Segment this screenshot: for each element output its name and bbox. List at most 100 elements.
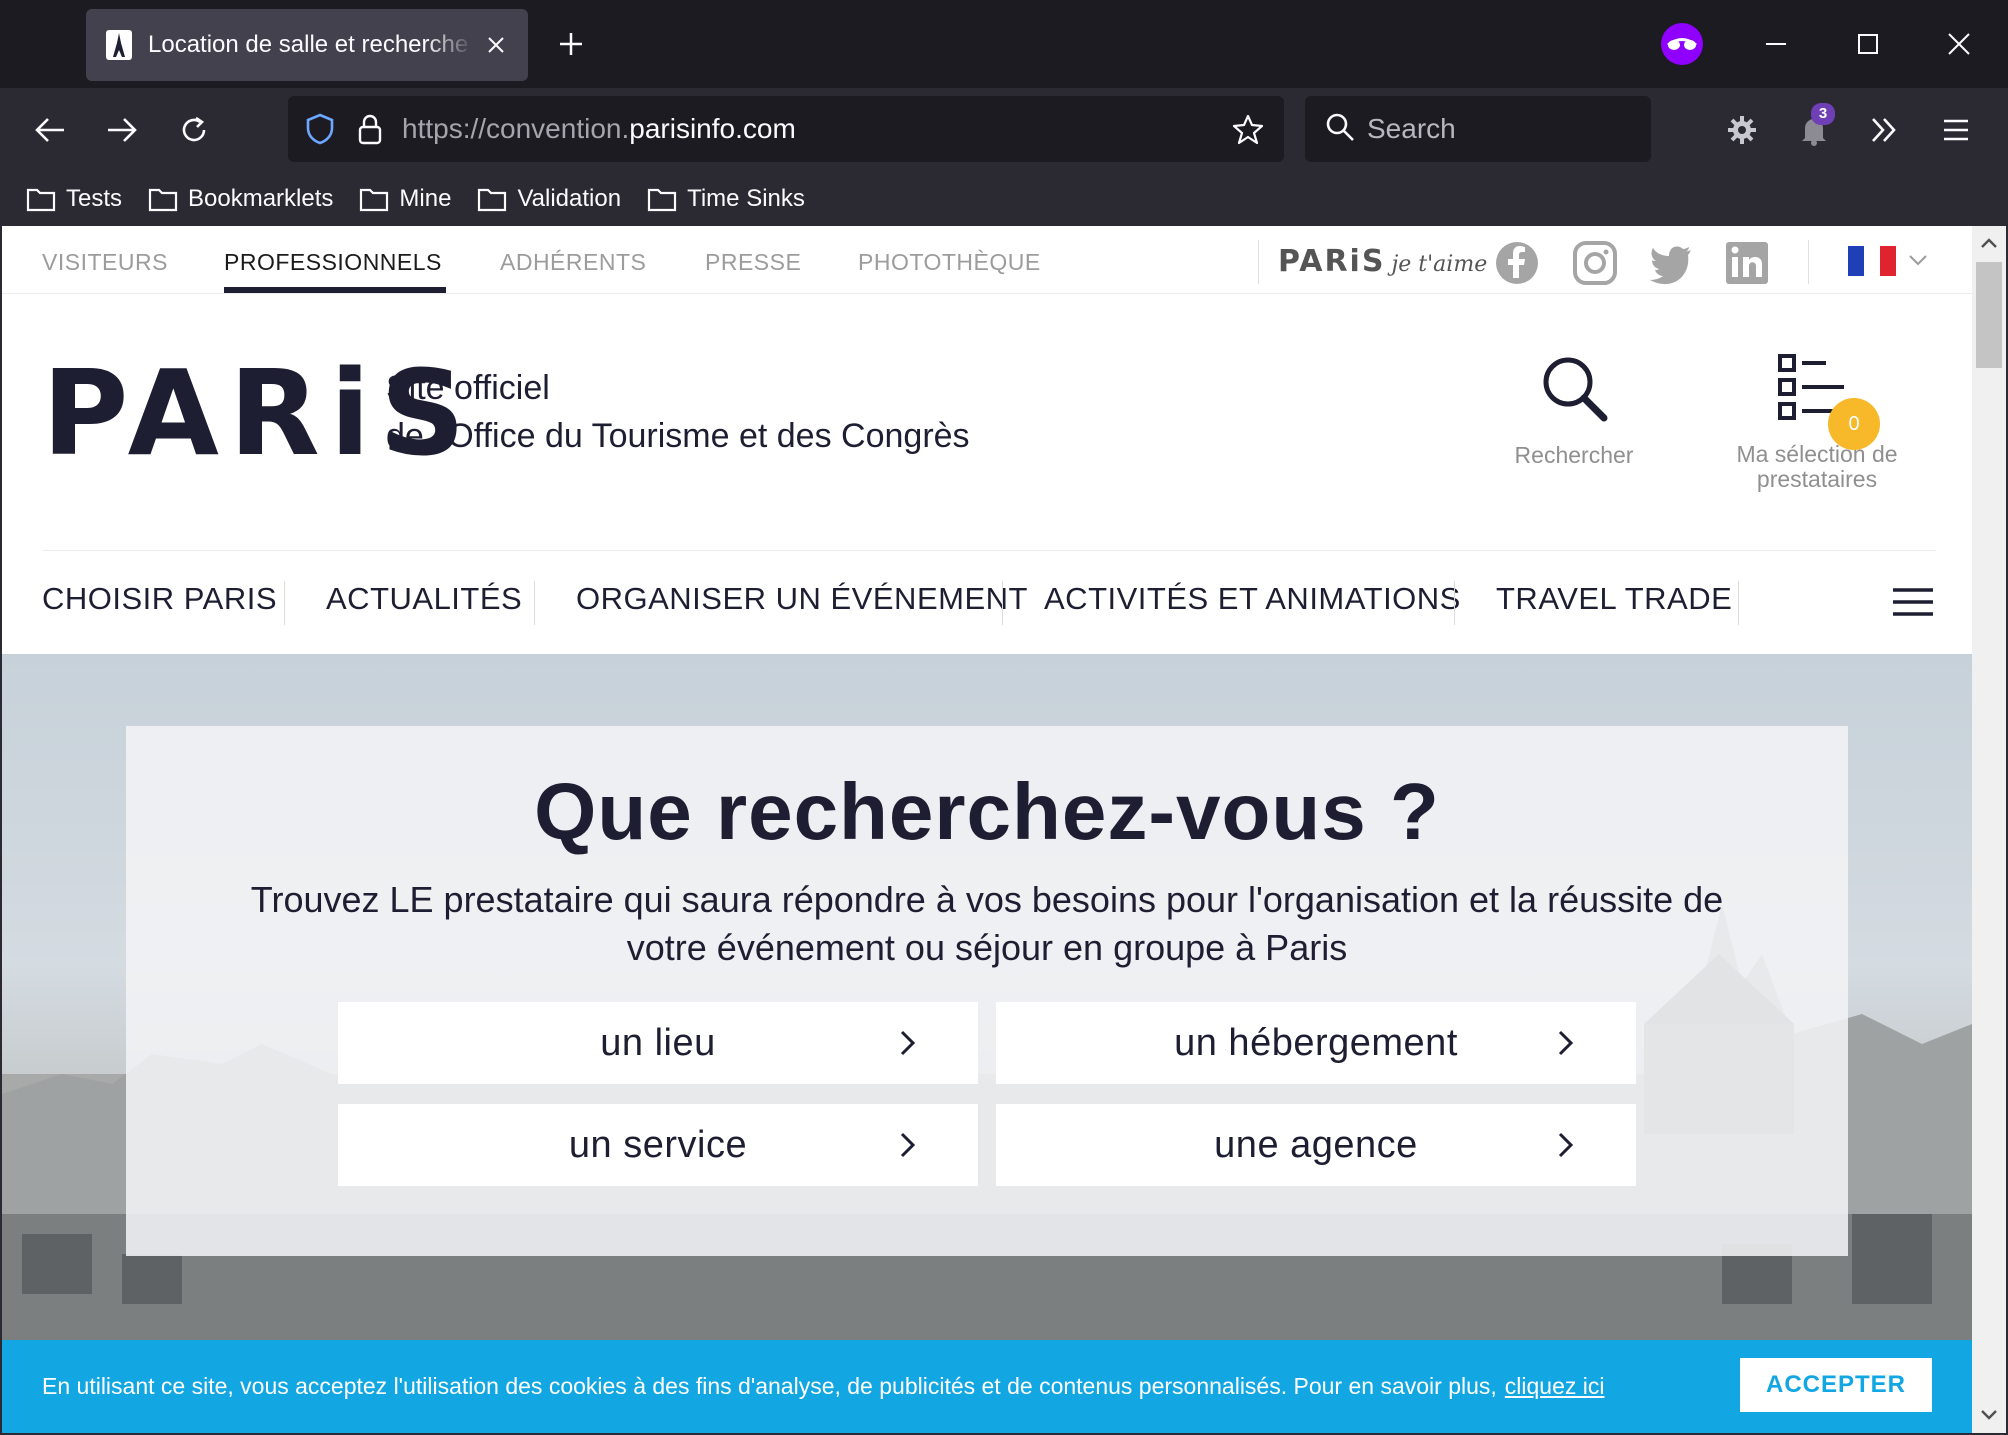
divider (1258, 240, 1259, 284)
scrollbar-thumb[interactable] (1976, 262, 2002, 368)
maximize-window-icon[interactable] (1844, 22, 1892, 66)
divider (1454, 581, 1455, 625)
menu-hamburger-icon[interactable] (1934, 108, 1978, 152)
folder-icon (360, 188, 389, 212)
divider (1808, 240, 1809, 284)
folder-icon (148, 188, 178, 212)
bookmark-folder-tests[interactable]: Tests (26, 185, 122, 213)
mainnav-organiser-evenement[interactable]: ORGANISER UN ÉVÉNEMENT (576, 581, 1028, 617)
facebook-icon[interactable] (1494, 240, 1540, 286)
browser-navbar: https://convention.parisinfo.com Search (0, 88, 2008, 172)
french-flag-icon[interactable] (1848, 246, 1896, 276)
site-header: PARiS Site officiel de l'Office du Touri… (2, 294, 1972, 524)
bookmark-label: Mine (399, 185, 452, 212)
topnav-professionnels[interactable]: PROFESSIONNELS (224, 249, 442, 276)
web-search-bar[interactable]: Search (1305, 96, 1651, 162)
hero-lead: Trouvez LE prestataire qui saura répondr… (250, 879, 1724, 968)
private-browsing-mask-icon (1658, 22, 1706, 66)
chevron-down-icon[interactable] (1906, 248, 1930, 272)
choice-label: un lieu (600, 1021, 716, 1064)
topnav-adherents[interactable]: ADHÉRENTS (500, 249, 646, 276)
selection-label: Ma sélection de prestataires (1736, 441, 1898, 492)
cookie-more-link[interactable]: cliquez ici (1505, 1373, 1605, 1399)
choice-label: un service (568, 1123, 748, 1166)
url-text[interactable]: https://convention.parisinfo.com (402, 113, 1228, 145)
tagline-line-1: Site officiel (386, 369, 550, 407)
extension-gear-icon[interactable] (1720, 108, 1764, 152)
divider (534, 581, 535, 625)
lock-icon[interactable] (350, 109, 390, 149)
divider (284, 581, 285, 625)
browser-tab[interactable]: Location de salle et recherche de presta… (86, 9, 528, 81)
my-selection-button[interactable]: Ma sélection de prestataires (1714, 352, 1920, 492)
page-scrollbar[interactable] (1972, 226, 2006, 1433)
bookmark-star-icon[interactable] (1228, 109, 1268, 149)
bookmark-label: Bookmarklets (188, 185, 334, 212)
site-tagline: Site officiel de l'Office du Tourisme et… (386, 364, 970, 460)
magnifier-icon (1543, 357, 1608, 422)
divider (1738, 581, 1739, 625)
topnav-presse[interactable]: PRESSE (705, 249, 801, 276)
divider (1002, 581, 1003, 625)
mainnav-actualites[interactable]: ACTUALITÉS (326, 581, 522, 617)
linkedin-icon[interactable] (1724, 240, 1770, 286)
bookmark-label: Validation (517, 185, 622, 212)
audience-nav: VISITEURS PROFESSIONNELS ADHÉRENTS PRESS… (2, 226, 1972, 294)
choice-un-lieu-button[interactable]: un lieu (338, 1002, 978, 1084)
cookie-accept-button[interactable]: ACCEPTER (1740, 1358, 1932, 1412)
hero-section: Que recherchez-vous ? Trouvez LE prestat… (2, 654, 1972, 1433)
bookmark-folder-time-sinks[interactable]: Time Sinks (647, 185, 805, 213)
topnav-phototheque[interactable]: PHOTOTHÈQUE (858, 249, 1041, 276)
topnav-visiteurs[interactable]: VISITEURS (42, 249, 168, 276)
tab-title: Location de salle et recherche de presta… (148, 31, 474, 58)
scroll-up-arrow-icon[interactable] (1976, 230, 2002, 256)
chevron-right-icon (1558, 1132, 1574, 1158)
paris-je-taime-logo[interactable]: PARiS je t'aime (1278, 244, 1487, 279)
search-icon (1325, 112, 1355, 147)
bookmark-label: Tests (66, 185, 123, 212)
tracking-shield-icon[interactable] (300, 109, 340, 149)
chevron-right-icon (900, 1132, 916, 1158)
tab-close-icon[interactable] (482, 31, 510, 59)
address-bar[interactable]: https://convention.parisinfo.com (288, 96, 1284, 162)
cookie-message: En utilisant ce site, vous acceptez l'ut… (42, 1373, 1605, 1400)
instagram-icon[interactable] (1572, 240, 1618, 286)
forward-arrow-icon[interactable] (100, 108, 144, 152)
tagline-line-2: de l'Office du Tourisme et des Congrès (386, 417, 970, 455)
choice-un-service-button[interactable]: un service (338, 1104, 978, 1186)
scroll-down-arrow-icon[interactable] (1976, 1402, 2002, 1428)
bookmark-folder-mine[interactable]: Mine (359, 185, 451, 213)
overflow-chevrons-icon[interactable] (1862, 108, 1906, 152)
minimize-window-icon[interactable] (1752, 22, 1800, 66)
bookmark-folder-bookmarklets[interactable]: Bookmarklets (148, 185, 333, 213)
bookmark-label: Time Sinks (687, 185, 805, 212)
search-placeholder: Search (1367, 113, 1456, 144)
choice-un-hebergement-button[interactable]: un hébergement (996, 1002, 1636, 1084)
header-search-button[interactable]: Rechercher (1494, 352, 1654, 469)
bookmark-folder-validation[interactable]: Validation (477, 185, 621, 213)
close-window-icon[interactable] (1935, 22, 1983, 66)
choice-une-agence-button[interactable]: une agence (996, 1104, 1636, 1186)
reload-icon[interactable] (172, 108, 216, 152)
mainnav-travel-trade[interactable]: TRAVEL TRADE (1496, 581, 1732, 617)
web-page: VISITEURS PROFESSIONNELS ADHÉRENTS PRESS… (2, 226, 1972, 1433)
mainnav-choisir-paris[interactable]: CHOISIR PARIS (42, 581, 277, 617)
chevron-right-icon (900, 1030, 916, 1056)
cookie-text: En utilisant ce site, vous acceptez l'ut… (42, 1373, 1497, 1399)
bookmarks-toolbar: Tests Bookmarklets Mine Validation Time … (0, 172, 2008, 226)
hamburger-menu-icon[interactable] (1892, 587, 1934, 617)
eiffel-tower-favicon-icon (104, 30, 134, 60)
folder-icon (26, 188, 56, 212)
search-label: Rechercher (1514, 442, 1634, 468)
chevron-right-icon (1558, 1030, 1574, 1056)
mainnav-activites-animations[interactable]: ACTIVITÉS ET ANIMATIONS (1044, 581, 1461, 617)
twitter-icon[interactable] (1648, 240, 1694, 286)
new-tab-plus-icon[interactable] (553, 26, 589, 62)
back-arrow-icon[interactable] (28, 108, 72, 152)
main-nav: CHOISIR PARIS ACTUALITÉS ORGANISER UN ÉV… (42, 550, 1936, 654)
selection-count-badge: 0 (1828, 398, 1880, 450)
folder-icon (647, 188, 677, 212)
search-panel: Que recherchez-vous ? Trouvez LE prestat… (126, 726, 1848, 1256)
notification-count-badge: 3 (1811, 103, 1835, 125)
active-tab-underline (224, 287, 446, 293)
